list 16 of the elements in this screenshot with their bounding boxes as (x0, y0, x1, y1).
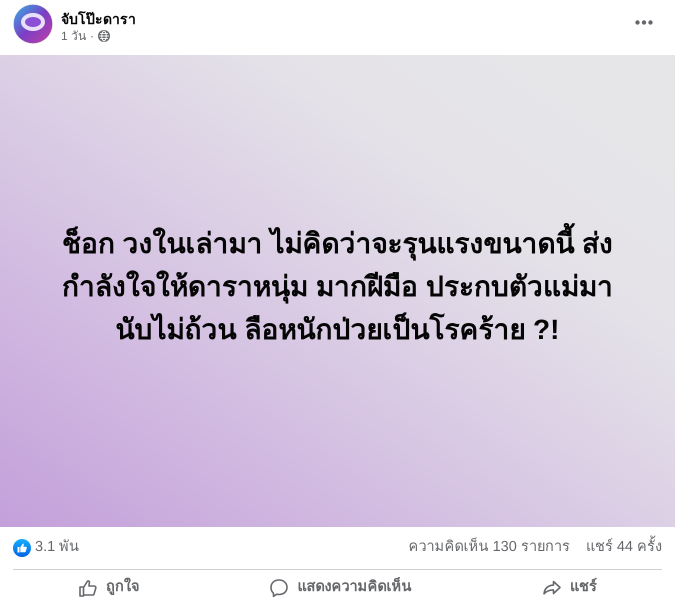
post-time[interactable]: 1 วัน (61, 28, 86, 44)
thumbs-up-icon (78, 578, 98, 598)
like-reaction-icon[interactable] (13, 539, 31, 557)
page-name[interactable]: จับโป๊ะดารา (61, 10, 136, 28)
avatar-icon[interactable] (13, 4, 53, 44)
post-text: ช็อก วงในเล่ามา ไม่คิดว่าจะรุนแรงขนาดนี้ ส่งกำลังใจให้ดาราหนุ่ม มากฝีมือ ประกบตัวแม่มา นับไม่ถ้วน ลือหนักป่วยเป็นโรคร้าย ?! (55, 222, 620, 350)
more-icon (635, 20, 653, 24)
speech-bubble-icon (269, 578, 290, 598)
globe-icon (98, 30, 110, 42)
reaction-count[interactable]: 3.1 พัน (35, 537, 80, 559)
separator-dot: · (90, 28, 94, 44)
comment-count[interactable]: ความคิดเห็น 130 รายการ (408, 537, 570, 559)
share-button[interactable]: แชร์ (534, 572, 605, 604)
comment-button[interactable]: แสดงความคิดเห็น (261, 572, 420, 604)
share-count[interactable]: แชร์ 44 ครั้ง (586, 537, 662, 559)
like-button[interactable]: ถูกใจ (70, 572, 148, 604)
